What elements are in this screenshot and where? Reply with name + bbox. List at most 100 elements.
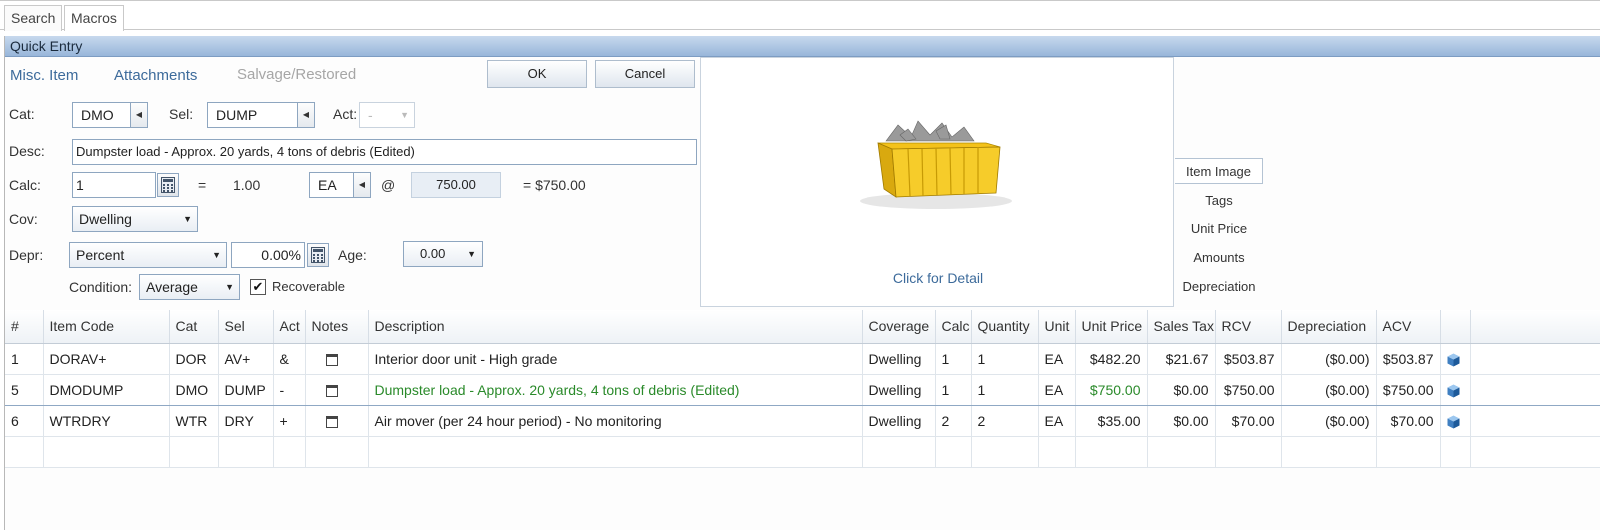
cube-icon[interactable] [1447, 384, 1460, 398]
depreciation-percent-field[interactable]: 0.00% [231, 242, 305, 268]
description-cell: Interior door unit - High grade [368, 343, 863, 375]
ok-button[interactable]: OK [487, 60, 587, 88]
column-header[interactable]: Unit Price [1075, 310, 1148, 344]
depreciation-type-dropdown[interactable]: Percent ▼ [69, 242, 227, 268]
calc-input[interactable]: 1 [72, 172, 156, 198]
table-row[interactable]: 6 WTRDRY WTR DRY + Air mover (per 24 hou… [5, 405, 1600, 437]
recoverable-label: Recoverable [272, 279, 345, 294]
side-tab-tags[interactable]: Tags [1175, 188, 1263, 214]
condition-label: Condition: [69, 279, 133, 295]
coverage-cell: Dwelling [862, 343, 936, 375]
column-header[interactable]: ACV [1376, 310, 1441, 344]
description-cell: Dumpster load - Approx. 20 yards, 4 tons… [368, 373, 863, 406]
column-header[interactable]: RCV [1215, 310, 1282, 344]
acv-cell: $70.00 [1376, 405, 1441, 437]
sel-field[interactable]: DUMP ◀ [207, 102, 315, 128]
condition-dropdown[interactable]: Average ▼ [139, 274, 240, 300]
calc-label: Calc: [9, 177, 41, 193]
item-image-panel[interactable]: Click for Detail [700, 57, 1174, 307]
cancel-button[interactable]: Cancel [595, 60, 695, 88]
desc-label: Desc: [9, 143, 45, 159]
cube-cell[interactable] [1440, 405, 1471, 437]
top-tab-strip: Search Macros [0, 0, 1600, 31]
age-dropdown[interactable]: 0.00 ▼ [403, 241, 483, 267]
notes-cell[interactable] [305, 405, 369, 437]
spacer-cell [1470, 343, 1600, 375]
click-for-detail-link[interactable]: Click for Detail [701, 270, 1175, 286]
rcv-cell: $503.87 [1215, 343, 1282, 375]
salvage-restored-link[interactable]: Salvage/Restored [237, 66, 356, 83]
notes-icon[interactable] [325, 384, 338, 397]
spacer-cell [1470, 373, 1600, 406]
acv-cell: $750.00 [1376, 373, 1441, 406]
calculator-icon[interactable] [307, 243, 329, 267]
act-field[interactable]: - ▼ [359, 102, 415, 128]
notes-icon[interactable] [325, 353, 338, 366]
row-number: 5 [5, 373, 44, 406]
column-header[interactable]: Notes [305, 310, 369, 344]
unit-price-cell: $482.20 [1075, 343, 1148, 375]
column-header[interactable]: Item Code [43, 310, 170, 344]
sel-value: DUMP [216, 107, 258, 123]
cube-icon[interactable] [1447, 353, 1460, 367]
sel-dropdown-button[interactable]: ◀ [297, 102, 315, 128]
column-header[interactable]: Unit [1038, 310, 1076, 344]
cat-label: Cat: [9, 106, 35, 122]
column-header[interactable]: Quantity [971, 310, 1039, 344]
unit-price-field[interactable]: 750.00 [411, 172, 501, 198]
tab-search[interactable]: Search [4, 5, 63, 31]
tab-macros[interactable]: Macros [64, 5, 124, 31]
chevron-down-icon: ▼ [212, 250, 221, 260]
quick-entry-panel: Quick Entry Misc. Item Attachments Salva… [4, 36, 1600, 530]
cat-value: DMO [81, 107, 114, 123]
chevron-down-icon: ▼ [467, 249, 476, 259]
rcv-cell: $70.00 [1215, 405, 1282, 437]
column-header-icon [1440, 310, 1471, 344]
attachments-link[interactable]: Attachments [114, 67, 197, 84]
cube-icon[interactable] [1447, 415, 1460, 429]
act-value: - [368, 107, 373, 123]
quantity-cell: 1 [971, 373, 1039, 406]
recoverable-checkbox[interactable]: ✔ [250, 279, 266, 295]
column-header[interactable]: Coverage [862, 310, 936, 344]
column-header[interactable]: Sel [218, 310, 274, 344]
coverage-cell: Dwelling [862, 405, 936, 437]
condition-value: Average [146, 279, 198, 295]
cat-cell: DOR [169, 343, 219, 375]
coverage-dropdown[interactable]: Dwelling ▼ [72, 206, 198, 232]
notes-cell[interactable] [305, 343, 369, 375]
column-header[interactable]: Act [273, 310, 306, 344]
column-header[interactable]: Cat [169, 310, 219, 344]
cov-label: Cov: [9, 211, 38, 227]
notes-cell[interactable] [305, 373, 369, 406]
cat-cell: DMO [169, 373, 219, 406]
side-tab-unit-price[interactable]: Unit Price [1175, 216, 1263, 242]
unit-dropdown-button[interactable]: ◀ [353, 172, 371, 198]
act-label: Act: [333, 106, 358, 122]
unit-field[interactable]: EA ◀ [309, 172, 371, 198]
cat-dropdown-button[interactable]: ◀ [130, 102, 148, 128]
side-tab-item-image[interactable]: Item Image [1175, 158, 1263, 184]
cube-cell[interactable] [1440, 343, 1471, 375]
spacer-cell [1470, 405, 1600, 437]
notes-icon[interactable] [325, 415, 338, 428]
column-header[interactable]: Depreciation [1281, 310, 1377, 344]
cube-cell[interactable] [1440, 373, 1471, 406]
column-header[interactable]: Sales Tax [1147, 310, 1216, 344]
side-tab-amounts[interactable]: Amounts [1175, 245, 1263, 271]
description-field[interactable]: Dumpster load - Approx. 20 yards, 4 tons… [72, 139, 697, 165]
misc-item-link[interactable]: Misc. Item [10, 67, 78, 84]
column-header[interactable]: # [5, 310, 44, 344]
table-row[interactable]: 1 DORAV+ DOR AV+ & Interior door unit - … [5, 343, 1600, 375]
chevron-down-icon: ▼ [225, 282, 234, 292]
coverage-value: Dwelling [79, 211, 132, 227]
calculator-icon[interactable] [157, 173, 179, 197]
sales-tax-cell: $21.67 [1147, 343, 1216, 375]
side-tab-depreciation[interactable]: Depreciation [1175, 274, 1263, 300]
table-row-selected[interactable]: 5 DMODUMP DMO DUMP - Dumpster load - App… [5, 373, 1600, 406]
table-row-empty[interactable] [5, 436, 1600, 468]
column-header[interactable]: Calc [935, 310, 972, 344]
sales-tax-cell: $0.00 [1147, 373, 1216, 406]
column-header[interactable]: Description [368, 310, 863, 344]
cat-field[interactable]: DMO ◀ [72, 102, 148, 128]
